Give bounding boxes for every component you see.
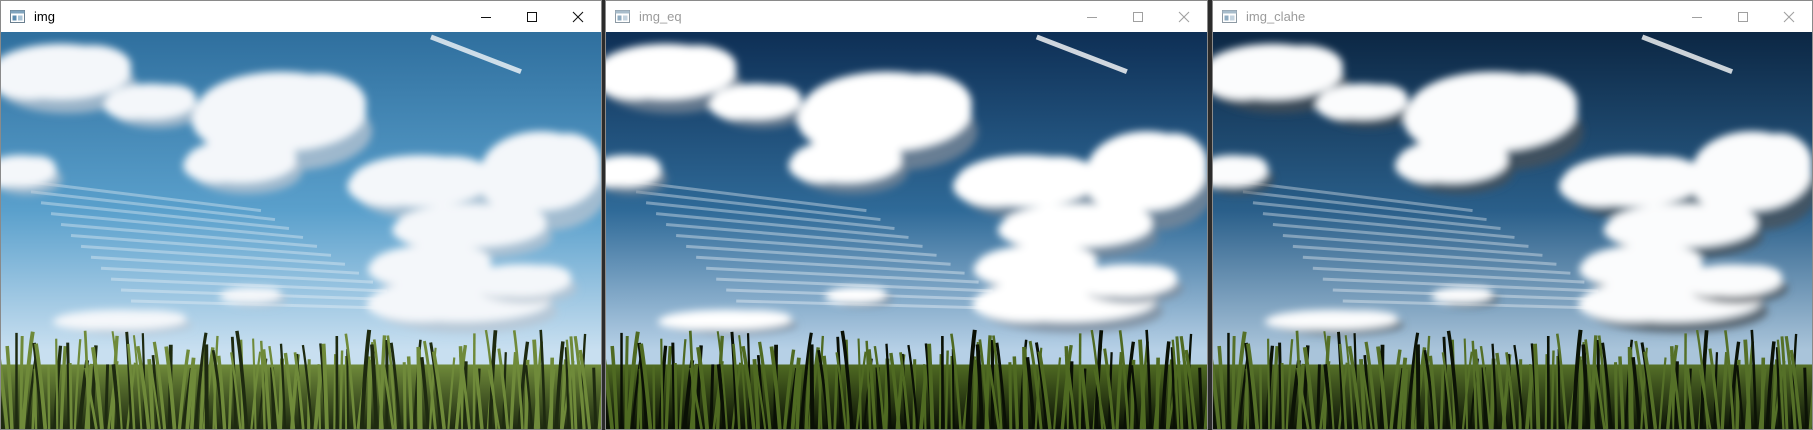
close-button[interactable] — [1161, 1, 1207, 32]
close-button[interactable] — [555, 1, 601, 32]
window-img[interactable]: img — [0, 0, 602, 430]
image-view — [606, 32, 1207, 429]
titlebar[interactable]: img_eq — [606, 1, 1207, 32]
titlebar[interactable]: img — [1, 1, 601, 32]
scene-image — [1213, 32, 1812, 429]
window-title: img_clahe — [1246, 9, 1306, 24]
image-view — [1, 32, 601, 429]
image-view — [1213, 32, 1812, 429]
maximize-icon — [1133, 11, 1143, 22]
window-controls — [1674, 1, 1812, 32]
maximize-icon — [1738, 11, 1748, 22]
minimize-button[interactable] — [463, 1, 509, 32]
close-icon — [1178, 11, 1190, 22]
scene-image — [606, 32, 1207, 429]
minimize-button[interactable] — [1674, 1, 1720, 32]
opencv-window-icon — [1222, 10, 1237, 23]
window-controls — [1069, 1, 1207, 32]
close-icon — [572, 11, 584, 22]
minimize-button[interactable] — [1069, 1, 1115, 32]
titlebar[interactable]: img_clahe — [1213, 1, 1812, 32]
window-title: img — [34, 9, 55, 24]
maximize-button[interactable] — [1115, 1, 1161, 32]
opencv-window-icon — [615, 10, 630, 23]
desktop: img img_eq img_clahe — [0, 0, 1813, 430]
window-img-eq[interactable]: img_eq — [605, 0, 1208, 430]
minimize-icon — [1692, 16, 1702, 18]
window-img-clahe[interactable]: img_clahe — [1212, 0, 1813, 430]
window-controls — [463, 1, 601, 32]
minimize-icon — [481, 16, 491, 18]
window-title: img_eq — [639, 9, 682, 24]
minimize-icon — [1087, 16, 1097, 18]
maximize-icon — [527, 11, 537, 22]
maximize-button[interactable] — [509, 1, 555, 32]
scene-image — [1, 32, 601, 429]
opencv-window-icon — [10, 10, 25, 23]
close-icon — [1783, 11, 1795, 22]
maximize-button[interactable] — [1720, 1, 1766, 32]
close-button[interactable] — [1766, 1, 1812, 32]
